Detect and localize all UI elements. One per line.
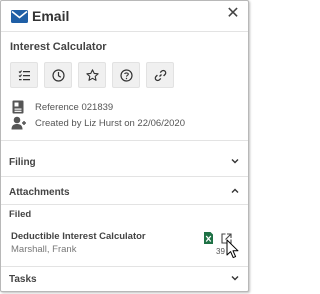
panel-header: Email ✕ bbox=[1, 1, 248, 31]
reference-text: Reference 021839 bbox=[35, 101, 114, 113]
action-toolbar bbox=[10, 62, 180, 89]
created-row: Created by Liz Hurst on 22/06/2020 bbox=[11, 115, 185, 131]
created-text: Created by Liz Hurst on 22/06/2020 bbox=[35, 117, 185, 129]
attachment-count: 39 bbox=[216, 247, 225, 256]
filing-label: Filing bbox=[9, 156, 36, 168]
filing-section-header[interactable]: Filing bbox=[1, 151, 248, 173]
chevron-up-icon bbox=[231, 188, 239, 193]
help-icon bbox=[119, 68, 133, 82]
close-button[interactable]: ✕ bbox=[226, 6, 240, 22]
attachments-divider bbox=[1, 204, 248, 205]
attachments-label: Attachments bbox=[9, 186, 70, 198]
header-divider bbox=[1, 31, 248, 32]
tasks-label: Tasks bbox=[9, 273, 37, 285]
id-card-icon bbox=[12, 100, 24, 114]
checklist-icon bbox=[18, 69, 30, 80]
filing-divider bbox=[1, 176, 248, 177]
link-button[interactable] bbox=[146, 62, 174, 88]
history-button[interactable] bbox=[44, 62, 72, 88]
filed-label: Filed bbox=[9, 209, 32, 220]
attachment-title: Deductible Interest Calculator bbox=[11, 231, 146, 242]
star-icon bbox=[85, 68, 99, 81]
panel-title: Email bbox=[32, 8, 70, 24]
add-user-icon bbox=[11, 116, 26, 130]
attachments-section-header[interactable]: Attachments bbox=[1, 181, 248, 203]
favourite-button[interactable] bbox=[78, 62, 106, 88]
email-panel: Email ✕ Interest Calculator Reference 02… bbox=[0, 0, 249, 292]
reference-row: Reference 021839 bbox=[11, 99, 113, 115]
excel-file-icon bbox=[204, 232, 213, 244]
attachment-divider bbox=[1, 266, 248, 267]
attachment-item[interactable]: Deductible Interest Calculator Marshall,… bbox=[1, 224, 248, 266]
matter-title: Interest Calculator bbox=[10, 41, 107, 53]
chevron-down-icon bbox=[231, 276, 239, 281]
chevron-down-icon bbox=[231, 159, 239, 164]
link-icon bbox=[154, 69, 166, 81]
help-button[interactable] bbox=[112, 62, 140, 88]
info-divider bbox=[1, 140, 248, 141]
envelope-icon bbox=[11, 10, 28, 23]
tasks-section-header[interactable]: Tasks bbox=[1, 268, 248, 290]
mouse-cursor-icon bbox=[226, 239, 239, 259]
attachment-author: Marshall, Frank bbox=[11, 244, 77, 255]
checklist-button[interactable] bbox=[10, 62, 38, 88]
clock-icon bbox=[51, 68, 65, 82]
